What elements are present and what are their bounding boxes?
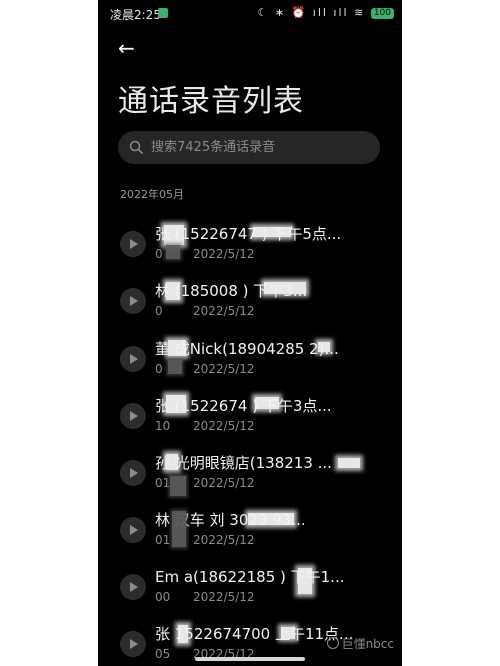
section-date-header: 2022年05月 <box>120 188 184 201</box>
privacy-blur <box>298 568 312 594</box>
privacy-blur <box>248 513 294 525</box>
play-icon <box>130 239 138 249</box>
recording-duration: 01 <box>155 476 171 490</box>
privacy-blur <box>253 227 291 237</box>
back-arrow-icon[interactable]: ← <box>118 38 135 58</box>
page-title: 通话录音列表 <box>118 84 304 119</box>
privacy-blur <box>338 458 360 468</box>
recording-date: 2022/5/12 <box>193 533 255 547</box>
home-indicator[interactable] <box>195 657 305 661</box>
privacy-blur <box>318 342 330 352</box>
play-button[interactable] <box>120 460 146 486</box>
recording-title: Em a(18622185 ) 下午1... <box>155 568 345 586</box>
privacy-blur <box>166 395 186 413</box>
recording-item[interactable]: 林 汉车 刘 3023 93... 01 2022/5/12 <box>98 507 402 563</box>
search-input[interactable]: 搜索7425条通话录音 <box>151 131 371 164</box>
search-box[interactable]: 搜索7425条通话录音 <box>118 131 380 164</box>
status-bar: 凌晨2:25 ☾ ∗ ⏰ ıll ıll ≋ 100 <box>98 0 402 28</box>
recording-duration: 00 <box>155 590 171 604</box>
privacy-blur <box>166 245 180 259</box>
privacy-blur <box>170 476 186 496</box>
play-icon <box>130 639 138 649</box>
play-icon <box>130 296 138 306</box>
recording-item[interactable]: 张 (1522674 ) 下午3点... 10 2022/5/12 <box>98 393 402 449</box>
recording-item[interactable]: 张 (15226747 ) 下午5点... 0 2022/5/12 <box>98 221 402 277</box>
privacy-blur <box>166 282 180 300</box>
recording-date: 2022/5/12 <box>193 476 255 490</box>
play-icon <box>130 468 138 478</box>
privacy-blur <box>255 397 279 409</box>
recording-duration: 10 <box>155 419 171 433</box>
privacy-blur <box>264 282 306 294</box>
watermark-text: 巨懂nbcc <box>341 637 394 651</box>
recording-date: 2022/5/12 <box>193 304 255 318</box>
status-icons-text: ☾ ∗ ⏰ ıll ıll ≋ <box>257 6 366 19</box>
recording-duration: 05 <box>155 647 171 661</box>
recording-duration: 0 <box>155 304 163 318</box>
privacy-blur <box>178 625 188 643</box>
recording-duration: 01 <box>155 533 171 547</box>
play-button[interactable] <box>120 288 146 314</box>
privacy-blur <box>281 627 295 639</box>
recording-date: 2022/5/12 <box>193 247 255 261</box>
recording-duration: 0 <box>155 362 163 376</box>
privacy-blur <box>166 454 178 470</box>
play-button[interactable] <box>120 231 146 257</box>
recording-date: 2022/5/12 <box>193 362 255 376</box>
watermark-logo-icon <box>326 637 339 649</box>
play-icon <box>130 582 138 592</box>
notification-badge-icon <box>158 8 168 18</box>
status-time: 凌晨2:25 <box>110 8 161 22</box>
play-button[interactable] <box>120 517 146 543</box>
privacy-blur <box>168 360 182 374</box>
recording-duration: 0 <box>155 247 163 261</box>
status-icons: ☾ ∗ ⏰ ıll ıll ≋ 100 <box>257 6 394 19</box>
recording-item[interactable]: Em a(18622185 ) 下午1... 00 2022/5/12 <box>98 564 402 620</box>
phone-screen: 凌晨2:25 ☾ ∗ ⏰ ıll ıll ≋ 100 ← 通话录音列表 搜索74… <box>98 0 402 666</box>
play-icon <box>130 525 138 535</box>
recording-item[interactable]: 董 成Nick(18904285 2)... 0 2022/5/12 <box>98 336 402 392</box>
privacy-blur <box>168 340 186 356</box>
privacy-blur <box>172 511 186 547</box>
privacy-blur <box>164 225 184 245</box>
recording-title: 董 成Nick(18904285 2)... <box>155 340 339 358</box>
recording-item[interactable]: 孙 光明眼镜店(138213 ... 01 2022/5/12 <box>98 450 402 506</box>
recording-date: 2022/5/12 <box>193 419 255 433</box>
play-button[interactable] <box>120 346 146 372</box>
play-icon <box>130 411 138 421</box>
recording-date: 2022/5/12 <box>193 590 255 604</box>
play-button[interactable] <box>120 403 146 429</box>
battery-icon: 100 <box>370 8 394 19</box>
search-icon <box>129 140 143 154</box>
play-button[interactable] <box>120 574 146 600</box>
watermark: 巨懂nbcc <box>326 635 394 652</box>
play-button[interactable] <box>120 631 146 657</box>
play-icon <box>130 354 138 364</box>
recording-item[interactable]: 林 (185008 ) 下午3... 0 2022/5/12 <box>98 278 402 334</box>
